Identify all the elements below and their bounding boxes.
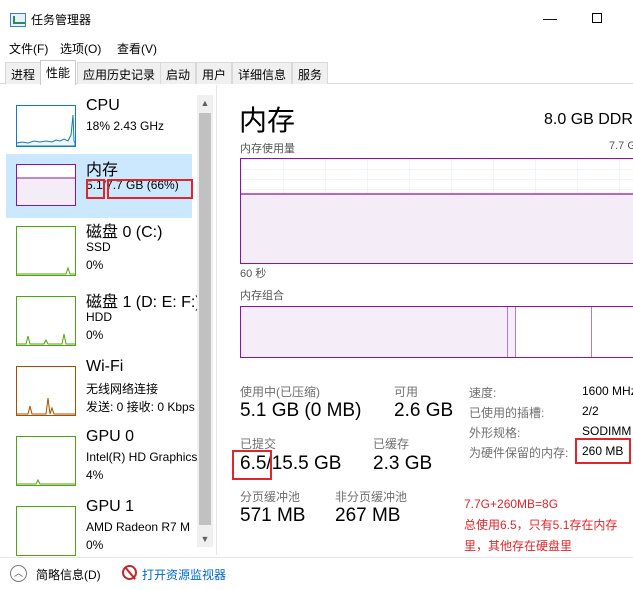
speed-label: 速度: xyxy=(469,386,497,400)
sidebar-disk1-name: 磁盘 1 (D: E: F:) xyxy=(86,294,201,311)
sidebar-wifi-name: Wi-Fi xyxy=(86,358,124,375)
form-factor-label: 外形规格: xyxy=(469,426,521,440)
disk0-thumbnail xyxy=(16,226,76,276)
sidebar-item-wifi[interactable]: Wi-Fi 无线网络连接 发送: 0 接收: 0 Kbps xyxy=(6,356,195,420)
sidebar-gpu1-usage: 0% xyxy=(86,538,104,552)
sidebar-wifi-type: 无线网络连接 xyxy=(86,382,159,396)
memory-total: 8.0 GB DDR3 xyxy=(544,111,633,128)
sidebar-disk1-type: HDD xyxy=(86,310,112,324)
sidebar-disk0-usage: 0% xyxy=(86,258,104,272)
sidebar-gpu0-usage: 4% xyxy=(86,468,104,482)
resource-monitor-icon[interactable] xyxy=(122,565,137,580)
window-title: 任务管理器 xyxy=(31,13,92,27)
tab-app-history[interactable]: 应用历史记录 xyxy=(77,62,162,84)
page-title: 内存 xyxy=(239,105,296,136)
available-label: 可用 xyxy=(394,385,419,399)
cached-value: 2.3 GB xyxy=(373,453,433,474)
memory-usage-graph xyxy=(240,158,633,264)
panel-divider xyxy=(216,85,217,555)
sidebar-item-gpu1[interactable]: GPU 1 AMD Radeon R7 M 0% xyxy=(6,496,192,560)
tab-startup[interactable]: 启动 xyxy=(160,62,197,84)
tab-details[interactable]: 详细信息 xyxy=(232,62,293,84)
maximize-icon xyxy=(592,13,602,23)
scroll-thumb[interactable] xyxy=(199,113,211,525)
annotation-box-committed xyxy=(232,450,272,480)
nonpaged-pool-label: 非分页缓冲池 xyxy=(335,490,408,504)
menu-file[interactable]: 文件(F) xyxy=(9,40,48,57)
in-use-value: 5.1 GB (0 MB) xyxy=(240,400,362,421)
cpu-thumbnail xyxy=(16,105,76,147)
scroll-up-arrow-icon[interactable]: ▲ xyxy=(197,95,213,111)
composition-in-use xyxy=(241,307,508,357)
brief-info-button[interactable]: 简略信息(D) xyxy=(36,566,101,583)
sidebar-item-disk1[interactable]: 磁盘 1 (D: E: F:) HDD 0% xyxy=(6,286,201,350)
minimize-button[interactable]: — xyxy=(540,10,560,26)
memory-detail-panel: 内存 8.0 GB DDR3 内存使用量 7.7 GB 60 秒 内存组合 使用… xyxy=(218,85,633,555)
annotation-note: 7.7G+260MB=8G 总使用6.5，只有5.1存在内存里，其他存在硬盘里 xyxy=(464,494,633,557)
sidebar-gpu0-name: GPU 0 xyxy=(86,428,135,445)
memory-composition-bar xyxy=(240,306,633,358)
menu-view[interactable]: 查看(V) xyxy=(117,40,157,57)
slots-value: 2/2 xyxy=(582,404,599,418)
task-manager-icon xyxy=(10,13,26,27)
scroll-down-arrow-icon[interactable]: ▼ xyxy=(197,531,213,547)
graph-time-label: 60 秒 xyxy=(240,268,267,280)
sidebar-cpu-name: CPU xyxy=(86,97,120,114)
in-use-label: 使用中(已压缩) xyxy=(240,385,320,399)
usage-graph-max: 7.7 GB xyxy=(609,140,633,152)
sidebar-disk0-type: SSD xyxy=(86,240,111,254)
paged-pool-label: 分页缓冲池 xyxy=(240,490,301,504)
speed-value: 1600 MHz xyxy=(582,384,633,398)
tab-services[interactable]: 服务 xyxy=(292,62,329,84)
sidebar-disk1-usage: 0% xyxy=(86,328,104,342)
sidebar-item-disk0[interactable]: 磁盘 0 (C:) SSD 0% xyxy=(6,216,192,280)
tab-performance[interactable]: 性能 xyxy=(40,60,77,85)
sidebar-gpu1-model: AMD Radeon R7 M xyxy=(86,520,191,534)
menu-bar: 文件(F) 选项(O) 查看(V) xyxy=(0,38,633,58)
slots-label: 已使用的插槽: xyxy=(469,406,545,420)
sidebar-item-cpu[interactable]: CPU 18% 2.43 GHz xyxy=(6,95,192,159)
cached-label: 已缓存 xyxy=(373,437,410,451)
form-factor-value: SODIMM xyxy=(582,424,632,438)
gpu0-thumbnail xyxy=(16,436,76,486)
usage-graph-label: 内存使用量 xyxy=(240,143,295,155)
sidebar-scrollbar[interactable]: ▲ ▼ xyxy=(197,95,213,547)
tab-users[interactable]: 用户 xyxy=(196,62,233,84)
sidebar-gpu1-name: GPU 1 xyxy=(86,498,135,515)
memory-thumbnail xyxy=(16,164,76,206)
annotation-line-2: 总使用6.5，只有5.1存在内存里，其他存在硬盘里 xyxy=(464,518,618,553)
collapse-chevron-icon[interactable]: ︿ xyxy=(10,565,27,582)
footer-bar: ︿ 简略信息(D) 打开资源监视器 xyxy=(0,557,633,590)
composition-standby xyxy=(517,307,592,357)
memory-usage-fill xyxy=(241,194,633,263)
annotation-line-1: 7.7G+260MB=8G xyxy=(464,497,559,511)
sidebar-wifi-throughput: 发送: 0 接收: 0 Kbps xyxy=(86,400,195,414)
hardware-reserved-label: 为硬件保留的内存: xyxy=(469,446,569,460)
resource-sidebar: CPU 18% 2.43 GHz 内存 5.1/7.7 GB (66%) 磁盘 … xyxy=(0,85,215,556)
sidebar-memory-name: 内存 xyxy=(86,162,119,179)
annotation-box-reserved xyxy=(575,438,631,464)
annotation-box-total xyxy=(107,179,193,199)
title-bar: 任务管理器 — xyxy=(0,0,633,38)
sidebar-cpu-stat: 18% 2.43 GHz xyxy=(86,119,165,133)
tab-processes[interactable]: 进程 xyxy=(5,62,42,84)
wifi-thumbnail xyxy=(16,366,76,416)
composition-modified xyxy=(508,307,516,357)
open-resource-monitor-link[interactable]: 打开资源监视器 xyxy=(142,566,226,583)
sidebar-disk0-name: 磁盘 0 (C:) xyxy=(86,224,163,241)
disk1-thumbnail xyxy=(16,296,76,346)
paged-pool-value: 571 MB xyxy=(240,505,306,526)
sidebar-item-gpu0[interactable]: GPU 0 Intel(R) HD Graphics 4% xyxy=(6,426,197,490)
tab-strip: 进程 性能 应用历史记录 启动 用户 详细信息 服务 xyxy=(0,60,633,85)
nonpaged-pool-value: 267 MB xyxy=(335,505,401,526)
composition-label: 内存组合 xyxy=(240,290,284,302)
menu-options[interactable]: 选项(O) xyxy=(60,40,101,57)
annotation-box-in-use xyxy=(86,179,105,199)
sidebar-gpu0-model: Intel(R) HD Graphics xyxy=(86,450,198,464)
gpu1-thumbnail xyxy=(16,506,76,556)
maximize-button[interactable] xyxy=(587,10,607,26)
available-value: 2.6 GB xyxy=(394,400,454,421)
